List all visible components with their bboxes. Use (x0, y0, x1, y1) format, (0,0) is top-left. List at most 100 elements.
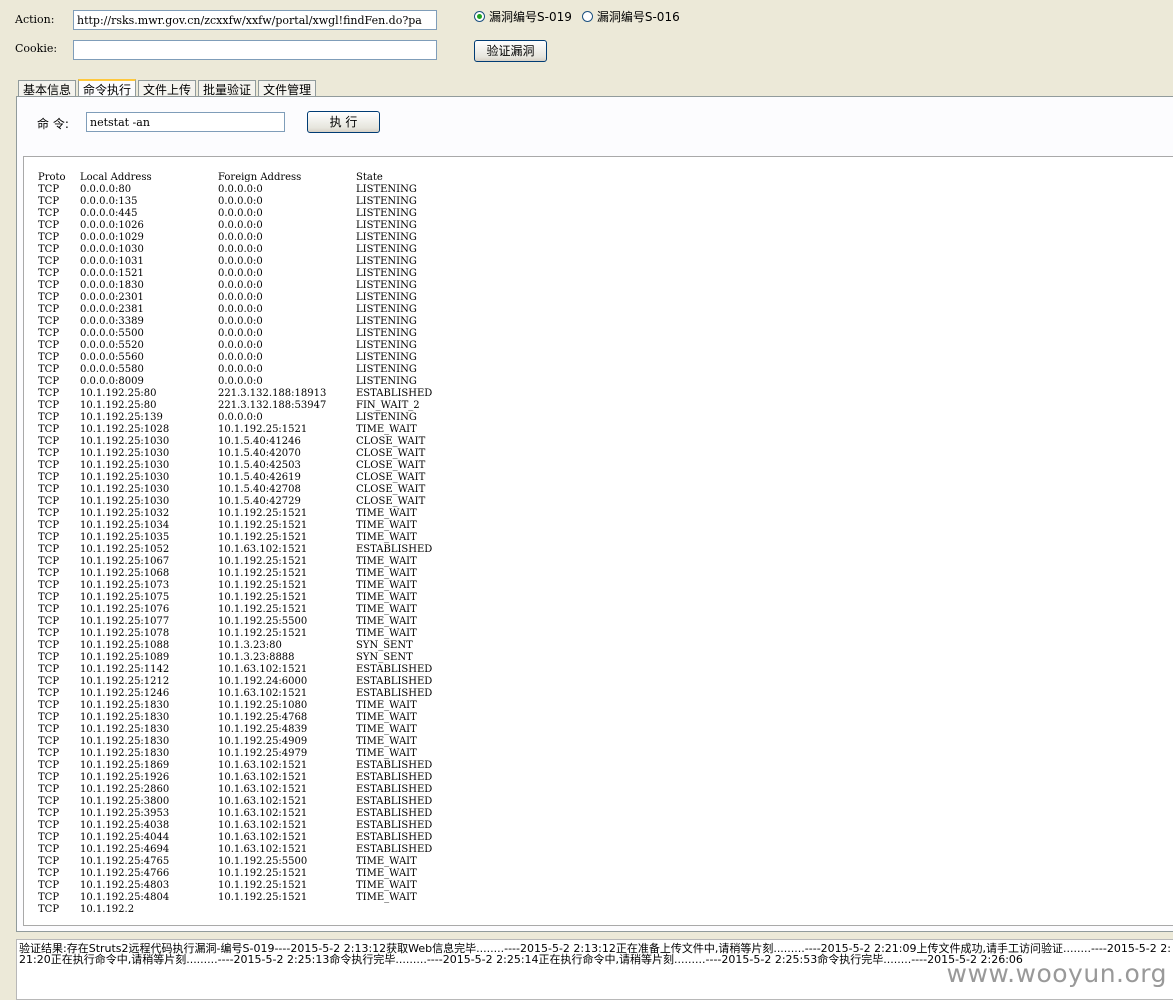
cell-proto: TCP (38, 412, 60, 423)
cell-state: TIME_WAIT (356, 712, 417, 723)
cell-state: LISTENING (356, 376, 417, 387)
cell-foreign-address: 10.1.192.25:1521 (218, 580, 308, 591)
cell-state: CLOSE_WAIT (356, 436, 426, 447)
cell-state: LISTENING (356, 268, 417, 279)
cell-foreign-address: 0.0.0.0:0 (218, 280, 263, 291)
output-row: TCP 0.0.0.0:135 0.0.0.0:0 LISTENING (38, 196, 1173, 208)
cell-local-address: 0.0.0.0:1830 (80, 280, 144, 291)
output-row: TCP 10.1.192.25:4766 10.1.192.25:1521 TIME_… (38, 868, 1173, 880)
output-row: TCP 10.1.192.25:1030 10.1.5.40:41246 CLOSE_… (38, 436, 1173, 448)
cell-local-address: 10.1.192.25:3800 (80, 796, 170, 807)
output-row: TCP 10.1.192.25:1830 10.1.192.25:4909 TIME_… (38, 736, 1173, 748)
output-row: TCP 10.1.192.25:1076 10.1.192.25:1521 TIME_… (38, 604, 1173, 616)
cell-state: ESTABLISHED (356, 784, 433, 795)
verify-vuln-button[interactable]: 验证漏洞 (474, 40, 547, 62)
cell-foreign-address: 10.1.5.40:41246 (218, 436, 301, 447)
cell-local-address: 10.1.192.25:4804 (80, 892, 170, 903)
cell-proto: TCP (38, 580, 60, 591)
command-output[interactable]: Proto Local Address Foreign Address Stat… (23, 156, 1173, 926)
cell-state: CLOSE_WAIT (356, 448, 426, 459)
cell-local-address: 0.0.0.0:3389 (80, 316, 144, 327)
output-row: TCP 10.1.192.25:1030 10.1.5.40:42708 CLOSE_… (38, 484, 1173, 496)
output-row: TCP 10.1.192.25:1030 10.1.5.40:42729 CLOSE_… (38, 496, 1173, 508)
cell-local-address: 10.1.192.25:1073 (80, 580, 170, 591)
output-row: TCP 0.0.0.0:5580 0.0.0.0:0 LISTENING (38, 364, 1173, 376)
output-row: TCP 0.0.0.0:5500 0.0.0.0:0 LISTENING (38, 328, 1173, 340)
vuln-option-s016[interactable]: 漏洞编号S-016 (581, 8, 680, 25)
output-row: TCP 10.1.192.25:1034 10.1.192.25:1521 TIME_… (38, 520, 1173, 532)
output-row: TCP 10.1.192.25:1078 10.1.192.25:1521 TIME_… (38, 628, 1173, 640)
cell-foreign-address: 10.1.5.40:42070 (218, 448, 301, 459)
cell-local-address: 10.1.192.25:1028 (80, 424, 170, 435)
output-row: TCP 10.1.192.25:1926 10.1.63.102:1521 ESTAB… (38, 772, 1173, 784)
cell-state: LISTENING (356, 280, 417, 291)
output-row: TCP 10.1.192.25:80 221.3.132.188:18913 ESTA… (38, 388, 1173, 400)
cookie-label: Cookie: (15, 42, 58, 55)
cell-proto: TCP (38, 256, 60, 267)
cell-proto: TCP (38, 484, 60, 495)
cell-local-address: 10.1.192.25:1030 (80, 436, 170, 447)
cell-proto: TCP (38, 784, 60, 795)
cell-foreign-address: 10.1.63.102:1521 (218, 808, 308, 819)
command-input[interactable]: netstat -an (86, 112, 285, 132)
cell-foreign-address: 10.1.192.25:1521 (218, 556, 308, 567)
cell-foreign-address: 10.1.3.23:80 (218, 640, 282, 651)
cell-foreign-address: 10.1.192.25:1521 (218, 592, 308, 603)
vuln-option-s019[interactable]: 漏洞编号S-019 (474, 8, 572, 25)
cell-foreign-address: 10.1.192.25:1521 (218, 568, 308, 579)
cell-local-address: 10.1.192.25:1142 (80, 664, 170, 675)
cell-foreign-address: 10.1.192.25:1521 (218, 604, 308, 615)
output-header: Proto Local Address Foreign Address Stat… (38, 172, 1173, 184)
cell-state: LISTENING (356, 196, 417, 207)
cell-local-address: 10.1.192.25:4765 (80, 856, 170, 867)
cell-foreign-address: 10.1.63.102:1521 (218, 760, 308, 771)
cell-proto: TCP (38, 232, 60, 243)
output-row: TCP 10.1.192.25:4765 10.1.192.25:5500 TIME_… (38, 856, 1173, 868)
cell-foreign-address: 0.0.0.0:0 (218, 184, 263, 195)
cell-foreign-address: 10.1.192.25:1521 (218, 880, 308, 891)
cell-proto: TCP (38, 808, 60, 819)
cell-state: TIME_WAIT (356, 628, 417, 639)
cookie-input[interactable] (73, 40, 437, 60)
output-row: TCP 0.0.0.0:1830 0.0.0.0:0 LISTENING (38, 280, 1173, 292)
cell-state: LISTENING (356, 208, 417, 219)
cell-foreign-address: 0.0.0.0:0 (218, 328, 263, 339)
cell-proto: TCP (38, 844, 60, 855)
cell-proto: TCP (38, 292, 60, 303)
cell-local-address: 10.1.192.25:4694 (80, 844, 170, 855)
cell-foreign-address (218, 904, 356, 916)
cell-proto: TCP (38, 628, 60, 639)
cell-foreign-address: 10.1.192.25:1521 (218, 532, 308, 543)
output-row: TCP 10.1.192.25:1052 10.1.63.102:1521 ESTAB… (38, 544, 1173, 556)
cell-proto: TCP (38, 196, 60, 207)
cell-foreign-address: 10.1.63.102:1521 (218, 772, 308, 783)
header-proto: Proto (38, 172, 66, 183)
output-row: TCP 0.0.0.0:1030 0.0.0.0:0 LISTENING (38, 244, 1173, 256)
cell-proto: TCP (38, 388, 60, 399)
cell-local-address: 10.1.192.25:1926 (80, 772, 170, 783)
action-url-input[interactable]: http://rsks.mwr.gov.cn/zcxxfw/xxfw/porta… (73, 10, 437, 30)
cell-proto: TCP (38, 796, 60, 807)
cell-local-address: 10.1.192.25:1830 (80, 736, 170, 747)
cell-local-address: 10.1.192.25:1830 (80, 700, 170, 711)
cell-state: LISTENING (356, 220, 417, 231)
cell-proto: TCP (38, 868, 60, 879)
cell-state: ESTABLISHED (356, 388, 433, 399)
vuln-option-label: 漏洞编号S-016 (596, 10, 680, 24)
cell-foreign-address: 10.1.192.25:1521 (218, 508, 308, 519)
cell-state: ESTABLISHED (356, 820, 433, 831)
cell-proto: TCP (38, 400, 60, 411)
execute-button[interactable]: 执 行 (307, 111, 380, 133)
cell-local-address: 0.0.0.0:445 (80, 208, 138, 219)
cell-local-address: 0.0.0.0:1031 (80, 256, 144, 267)
output-row: TCP 10.1.192.25:1030 10.1.5.40:42070 CLOSE_… (38, 448, 1173, 460)
cell-state: LISTENING (356, 328, 417, 339)
cell-proto: TCP (38, 748, 60, 759)
cell-foreign-address: 10.1.192.25:1521 (218, 520, 308, 531)
cell-state: SYN_SENT (356, 640, 413, 651)
output-row: TCP 0.0.0.0:8009 0.0.0.0:0 LISTENING (38, 376, 1173, 388)
cell-proto: TCP (38, 676, 60, 687)
output-row: TCP 0.0.0.0:445 0.0.0.0:0 LISTENING (38, 208, 1173, 220)
cell-proto: TCP (38, 616, 60, 627)
cell-local-address: 0.0.0.0:5500 (80, 328, 144, 339)
